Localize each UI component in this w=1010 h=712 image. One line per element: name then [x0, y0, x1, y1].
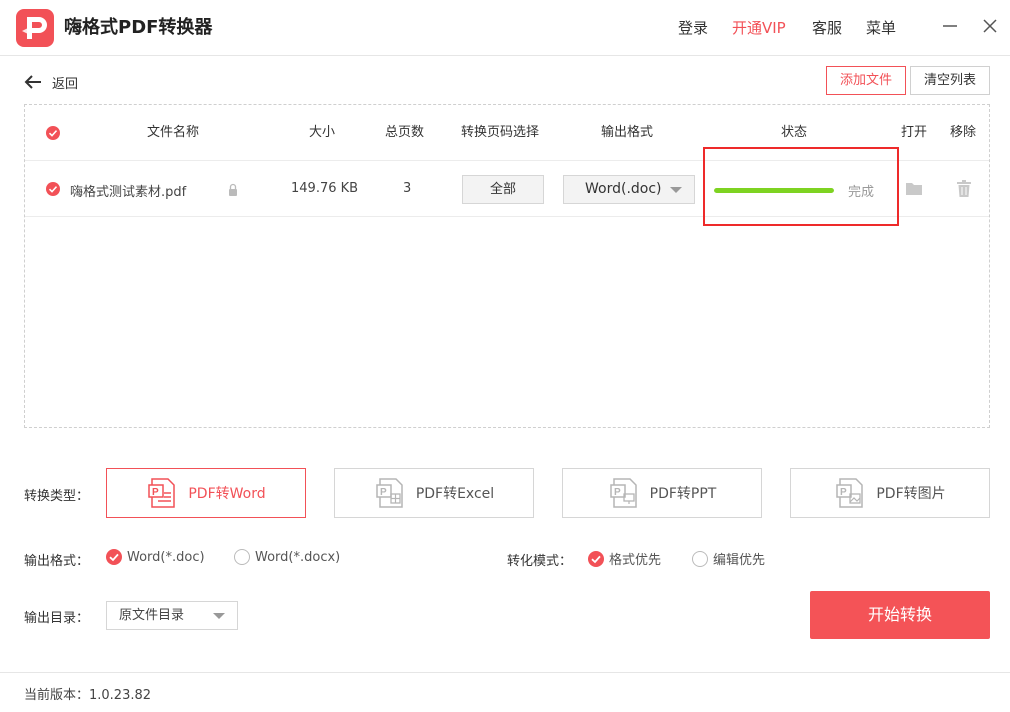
svg-text:P: P — [614, 487, 621, 498]
output-dir-value: 原文件目录 — [119, 608, 185, 623]
pdf-word-icon: P — [148, 478, 176, 508]
mode-label: 转化模式： — [507, 554, 573, 569]
type-label: PDF转Word — [188, 486, 266, 502]
checked-radio-icon — [106, 549, 122, 565]
clear-list-button[interactable]: 清空列表 — [910, 66, 990, 95]
output-dir-select[interactable]: 原文件目录 — [106, 601, 238, 630]
column-header-pages: 总页数 — [385, 125, 425, 140]
select-all-checkbox[interactable] — [46, 126, 60, 140]
type-label: PDF转图片 — [876, 486, 946, 502]
version-text: 当前版本：1.0.23.82 — [24, 688, 152, 703]
svg-text:P: P — [840, 487, 847, 498]
back-label: 返回 — [52, 76, 79, 92]
output-format-select[interactable]: Word(.doc) — [563, 175, 695, 204]
menu-link[interactable]: 菜单 — [866, 18, 896, 38]
page-count: 3 — [403, 181, 412, 196]
page-range-button[interactable]: 全部 — [462, 175, 544, 204]
file-size: 149.76 KB — [291, 181, 359, 196]
checked-radio-icon — [588, 550, 604, 567]
status-highlight-box — [703, 147, 899, 226]
convert-type-label: 转换类型： — [24, 489, 90, 504]
type-label: PDF转PPT — [649, 486, 717, 502]
type-pdf-to-word[interactable]: P PDF转Word — [106, 468, 306, 518]
type-pdf-to-excel[interactable]: P PDF转Excel — [334, 468, 534, 518]
trash-icon[interactable] — [956, 180, 972, 197]
svg-text:P: P — [152, 487, 159, 498]
unchecked-radio-icon — [234, 549, 250, 565]
file-name: 嗨格式测试素材.pdf — [70, 185, 187, 200]
unchecked-radio-icon — [692, 550, 708, 567]
radio-edit-priority[interactable]: 编辑优先 — [692, 549, 765, 568]
output-format-label: 输出格式： — [24, 554, 90, 569]
radio-format-priority[interactable]: 格式优先 — [588, 549, 661, 568]
vip-link[interactable]: 开通VIP — [732, 18, 786, 38]
radio-label: Word(*.docx) — [255, 549, 341, 565]
radio-label: 格式优先 — [609, 553, 662, 568]
column-header-status: 状态 — [781, 125, 808, 140]
minimize-icon[interactable] — [940, 16, 960, 36]
column-header-format: 输出格式 — [601, 125, 654, 140]
close-icon[interactable] — [980, 16, 1000, 36]
chevron-down-icon — [670, 187, 682, 193]
row-checkbox[interactable] — [46, 182, 60, 196]
radio-label: 编辑优先 — [713, 553, 766, 568]
start-convert-button[interactable]: 开始转换 — [810, 591, 990, 639]
lock-icon — [228, 182, 238, 196]
arrow-left-icon — [24, 75, 41, 89]
back-button[interactable]: 返回 — [24, 72, 78, 92]
column-header-page-range: 转换页码选择 — [461, 125, 540, 140]
login-link[interactable]: 登录 — [678, 18, 708, 38]
type-pdf-to-ppt[interactable]: P PDF转PPT — [562, 468, 762, 518]
app-logo-icon — [16, 9, 54, 47]
radio-word-doc[interactable]: Word(*.doc) — [106, 549, 205, 565]
output-dir-label: 输出目录： — [24, 611, 90, 626]
pdf-image-icon: P — [836, 478, 864, 508]
column-header-size: 大小 — [309, 125, 336, 140]
radio-word-docx[interactable]: Word(*.docx) — [234, 549, 340, 565]
app-title: 嗨格式PDF转换器 — [64, 17, 213, 38]
footer-divider — [0, 672, 1010, 673]
type-label: PDF转Excel — [415, 486, 495, 502]
open-folder-icon[interactable] — [905, 181, 923, 196]
chevron-down-icon — [213, 613, 225, 619]
radio-label: Word(*.doc) — [127, 549, 205, 565]
service-link[interactable]: 客服 — [812, 18, 842, 38]
type-pdf-to-image[interactable]: P PDF转图片 — [790, 468, 990, 518]
pdf-ppt-icon: P — [609, 478, 637, 508]
output-format-value: Word(.doc) — [585, 181, 662, 197]
column-header-open: 打开 — [901, 125, 928, 140]
svg-text:P: P — [380, 487, 387, 498]
column-header-remove: 移除 — [950, 125, 977, 140]
add-file-button[interactable]: 添加文件 — [826, 66, 906, 95]
pdf-excel-icon: P — [376, 478, 403, 508]
column-header-name: 文件名称 — [147, 125, 200, 140]
